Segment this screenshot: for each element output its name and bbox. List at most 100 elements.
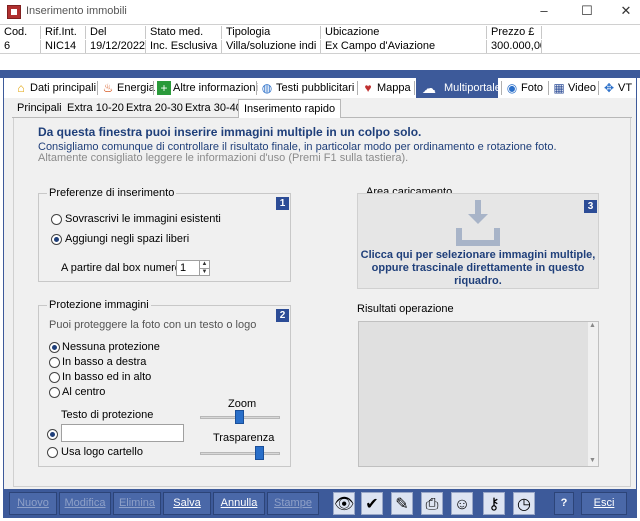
keys-icon[interactable]: ⚷ xyxy=(483,492,505,515)
globe-icon: ◍ xyxy=(261,81,273,95)
preferences-group: Preferenze di inserimento 1 Sovrascrivi … xyxy=(38,187,291,282)
logo-radio[interactable] xyxy=(47,447,58,458)
maximize-button[interactable]: ☐ xyxy=(573,2,601,20)
film-icon: ▦ xyxy=(553,81,565,95)
append-radio[interactable] xyxy=(51,234,62,245)
tab-altre-informazioni[interactable]: + Altre informazioni xyxy=(155,78,258,98)
tab-mappa[interactable]: ♥ Mappa xyxy=(359,78,411,98)
subtab-extra-30-40[interactable]: Extra 30-40 xyxy=(180,99,247,118)
bottom-toolbar: Nuovo Modifica Elimina Salva Annulla Sta… xyxy=(3,490,637,518)
tab-label: Video xyxy=(568,82,596,94)
bottom-top-label[interactable]: In basso ed in alto xyxy=(62,371,151,383)
no-protection-radio[interactable] xyxy=(49,342,60,353)
bottom-top-radio[interactable] xyxy=(49,372,60,383)
house-icon: ⌂ xyxy=(17,81,25,95)
vt-icon: ✥ xyxy=(603,81,615,95)
protection-hint: Puoi proteggere la foto con un testo o l… xyxy=(49,319,257,331)
zoom-slider-thumb[interactable] xyxy=(235,410,244,424)
tab-label: VT xyxy=(618,82,633,94)
center-label[interactable]: Al centro xyxy=(62,386,105,398)
overwrite-radio[interactable] xyxy=(51,214,62,225)
minimize-button[interactable]: – xyxy=(530,2,558,20)
main-tabs: ⌂ Dati principali ♨ Energia + Altre informa… xyxy=(4,78,636,98)
subtab-inserimento-rapido[interactable]: Inserimento rapido xyxy=(238,99,342,118)
text-protection-radio[interactable] xyxy=(47,429,58,440)
intro-title: Da questa finestra puoi inserire immagin… xyxy=(38,125,422,139)
tab-foto[interactable]: ◉ Foto xyxy=(503,78,545,98)
flame-icon: ♨ xyxy=(102,81,114,95)
tab-dati-principali[interactable]: ⌂ Dati principali xyxy=(12,78,97,98)
cancel-button[interactable]: Annulla xyxy=(213,492,265,515)
tab-label: Multiportale xyxy=(444,82,501,94)
start-box-value: 1 xyxy=(180,262,187,274)
edit-button[interactable]: Modifica xyxy=(59,492,111,515)
upload-instructions[interactable]: Clicca qui per selezionare immagini mult… xyxy=(360,249,596,288)
cell-tipologia: Villa/soluzione indi xyxy=(222,40,321,53)
subtab-principali[interactable]: Principali xyxy=(12,99,67,118)
eye-icon[interactable]: 👁 xyxy=(333,492,355,515)
col-tipologia[interactable]: Tipologia xyxy=(222,26,321,39)
save-button[interactable]: Salva xyxy=(163,492,211,515)
upload-icon xyxy=(456,200,500,246)
tag-icon[interactable]: ✎ xyxy=(391,492,413,515)
protection-title: Protezione immagini xyxy=(47,299,151,311)
cell-prezzo: 300.000,00 xyxy=(487,40,542,53)
col-ubicazione[interactable]: Ubicazione xyxy=(321,26,487,39)
subtab-extra-10-20[interactable]: Extra 10-20 xyxy=(62,99,129,118)
col-cod[interactable]: Cod. xyxy=(0,26,41,39)
col-prezzo[interactable]: Prezzo £ xyxy=(487,26,542,39)
title-bar: Inserimento immobili – ☐ ✕ xyxy=(0,0,640,23)
cell-stato: Inc. Esclusiva xyxy=(146,40,222,53)
cell-rif: NIC14 xyxy=(41,40,86,53)
center-radio[interactable] xyxy=(49,387,60,398)
results-scrollbar[interactable]: ▲ ▼ xyxy=(588,322,598,466)
start-box-label: A partire dal box numero xyxy=(61,262,181,274)
protection-text-input[interactable] xyxy=(61,424,184,442)
subtab-extra-20-30[interactable]: Extra 20-30 xyxy=(121,99,188,118)
scroll-up-icon[interactable]: ▲ xyxy=(589,322,596,329)
help-button[interactable]: ? xyxy=(554,492,574,515)
new-button[interactable]: Nuovo xyxy=(9,492,57,515)
print-button[interactable]: Stampe xyxy=(267,492,319,515)
window-title: Inserimento immobili xyxy=(26,5,127,17)
transparency-slider[interactable] xyxy=(200,452,280,455)
step-badge: 2 xyxy=(276,309,289,322)
tab-vt[interactable]: ✥ VT xyxy=(600,78,634,98)
cell-cod: 6 xyxy=(0,40,41,53)
transparency-slider-thumb[interactable] xyxy=(255,446,264,460)
app-icon xyxy=(7,5,21,19)
plus-icon: + xyxy=(157,81,171,95)
exit-button[interactable]: Esci xyxy=(581,492,627,515)
clock-icon[interactable]: ◷ xyxy=(513,492,535,515)
overwrite-label[interactable]: Sovrascrivi le immagini esistenti xyxy=(65,213,221,225)
checklist-icon[interactable]: ✔ xyxy=(361,492,383,515)
tab-label: Dati principali xyxy=(30,82,97,94)
results-area xyxy=(358,321,599,467)
logo-label[interactable]: Usa logo cartello xyxy=(61,446,143,458)
bottom-right-radio[interactable] xyxy=(49,357,60,368)
col-rif[interactable]: Rif.Int. xyxy=(41,26,86,39)
tab-multiportale[interactable]: ☁ Multiportale xyxy=(416,78,501,98)
bottom-right-label[interactable]: In basso a destra xyxy=(62,356,146,368)
tab-video[interactable]: ▦ Video xyxy=(550,78,596,98)
col-stato[interactable]: Stato med. xyxy=(146,26,222,39)
sub-tabs: Principali Extra 10-20 Extra 20-30 Extra… xyxy=(12,99,632,118)
no-protection-label[interactable]: Nessuna protezione xyxy=(62,341,160,353)
start-box-stepper[interactable]: 1 ▲ ▼ xyxy=(176,260,210,276)
users-icon[interactable]: ☺ xyxy=(451,492,473,515)
tab-label: Testi pubblicitari xyxy=(276,82,355,94)
step-badge: 3 xyxy=(584,200,597,213)
spin-down-icon[interactable]: ▼ xyxy=(199,268,209,275)
map-icon: ♥ xyxy=(364,81,372,95)
append-label[interactable]: Aggiungi negli spazi liberi xyxy=(65,233,189,245)
tab-energia[interactable]: ♨ Energia xyxy=(99,78,155,98)
close-button[interactable]: ✕ xyxy=(612,2,640,20)
delete-button[interactable]: Elimina xyxy=(113,492,161,515)
spin-up-icon[interactable]: ▲ xyxy=(199,261,209,268)
scroll-down-icon[interactable]: ▼ xyxy=(589,457,596,464)
tab-label: Altre informazioni xyxy=(173,82,258,94)
col-del[interactable]: Del xyxy=(86,26,146,39)
tab-testi-pubblicitari[interactable]: ◍ Testi pubblicitari xyxy=(258,78,355,98)
camera-icon: ◉ xyxy=(506,81,518,95)
printer-icon[interactable]: ⎙ xyxy=(421,492,443,515)
